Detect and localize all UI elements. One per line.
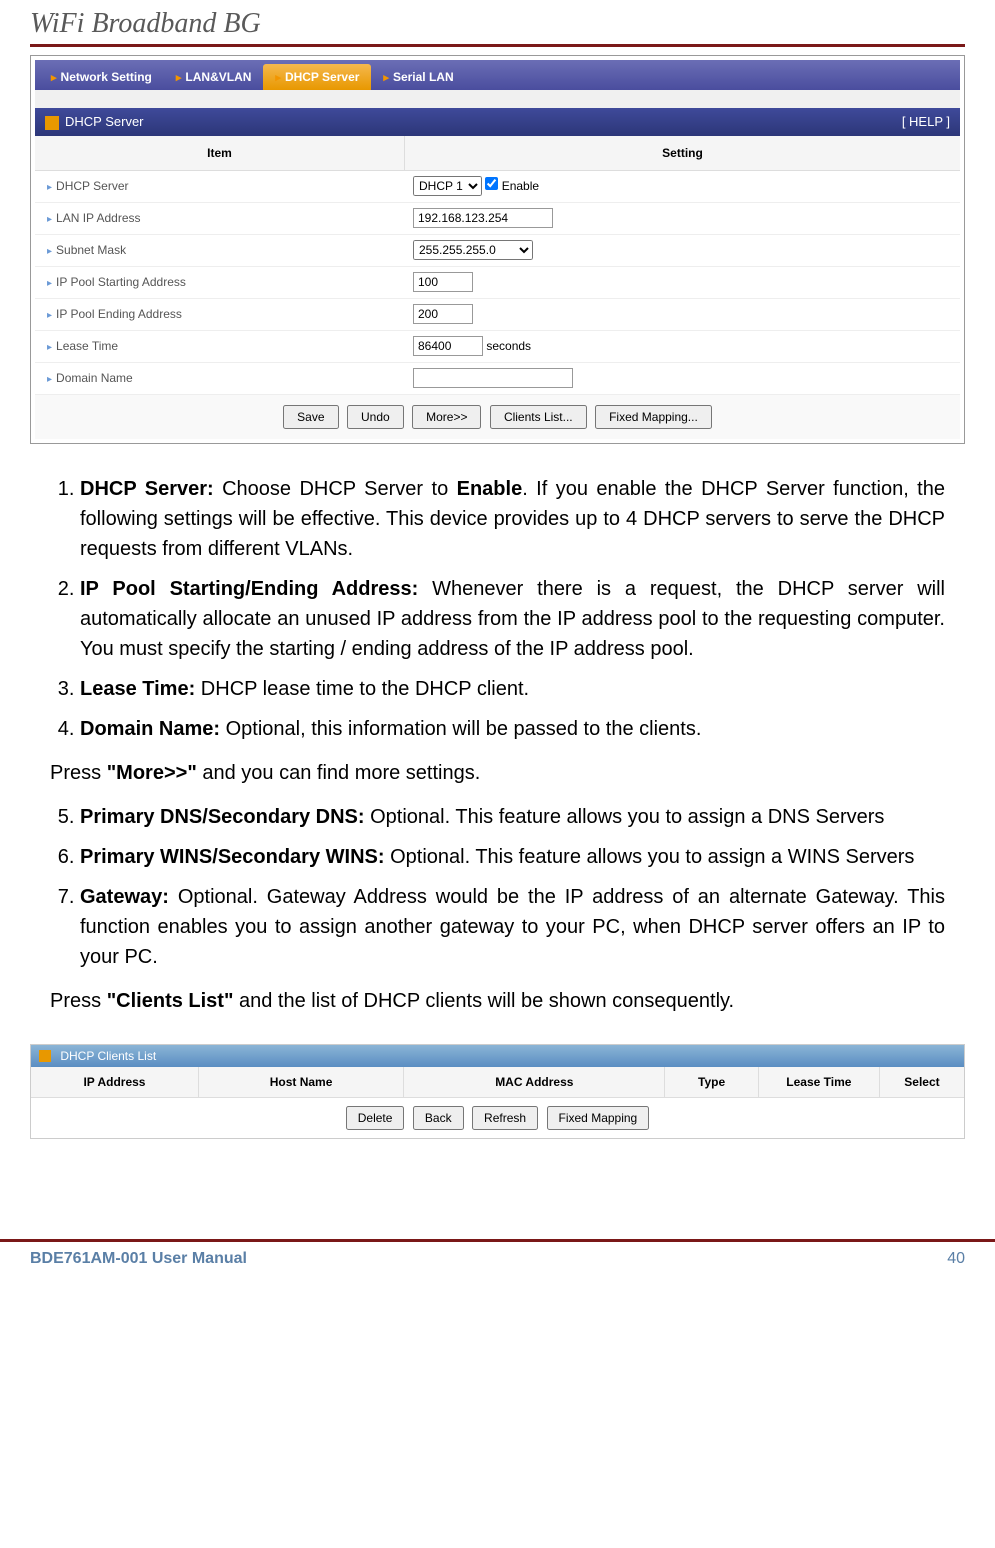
list-item: Lease Time: DHCP lease time to the DHCP … [80,674,945,704]
list-item: Gateway: Optional. Gateway Address would… [80,882,945,972]
col-lease-time: Lease Time [759,1067,880,1097]
tab-lan-vlan[interactable]: LAN&VLAN [164,64,264,90]
clients-list-button[interactable]: Clients List... [490,405,587,429]
clients-table-header: IP Address Host Name MAC Address Type Le… [31,1067,964,1098]
delete-button[interactable]: Delete [346,1106,405,1130]
header-divider [30,44,965,47]
table-row: Lease Time seconds [35,331,960,363]
enable-checkbox[interactable] [485,177,498,190]
clients-buttons: Delete Back Refresh Fixed Mapping [31,1098,964,1138]
col-mac-address: MAC Address [404,1067,665,1097]
list-item: DHCP Server: Choose DHCP Server to Enabl… [80,474,945,564]
table-row: Domain Name [35,363,960,395]
dhcp-screenshot: Network Setting LAN&VLAN DHCP Server Ser… [30,55,965,444]
row-label: DHCP Server [35,173,405,199]
list-item: IP Pool Starting/Ending Address: Wheneve… [80,574,945,664]
list-item: Primary DNS/Secondary DNS: Optional. Thi… [80,802,945,832]
clients-panel-header: DHCP Clients List [31,1045,964,1067]
refresh-button[interactable]: Refresh [472,1106,538,1130]
save-button[interactable]: Save [283,405,338,429]
col-type: Type [665,1067,758,1097]
col-select: Select [880,1067,964,1097]
more-paragraph: Press "More>>" and you can find more set… [50,758,945,788]
more-button[interactable]: More>> [412,405,481,429]
row-setting [405,204,960,232]
list-item: Domain Name: Optional, this information … [80,714,945,744]
back-button[interactable]: Back [413,1106,464,1130]
content-body: DHCP Server: Choose DHCP Server to Enabl… [0,464,995,1040]
row-setting: seconds [405,332,960,360]
footer-manual-label: BDE761AM-001 User Manual [30,1250,247,1268]
text-input[interactable] [413,272,473,292]
col-ip-address: IP Address [31,1067,199,1097]
text-input[interactable] [413,304,473,324]
table-row: IP Pool Starting Address [35,267,960,299]
text-input[interactable] [413,208,553,228]
row-setting: DHCP 1 Enable [405,172,960,200]
dhcp-select[interactable]: DHCP 1 [413,176,482,196]
clients-panel: DHCP Clients List IP Address Host Name M… [30,1044,965,1139]
tab-bar: Network Setting LAN&VLAN DHCP Server Ser… [35,60,960,90]
row-setting [405,300,960,328]
row-setting: 255.255.255.0 [405,236,960,264]
row-label: Domain Name [35,365,405,391]
panel-icon [45,116,59,130]
clients-icon [39,1050,51,1062]
document-header: WiFi Broadband BG [0,0,995,44]
fixed-mapping-button[interactable]: Fixed Mapping... [595,405,712,429]
clients-fixed-mapping-button[interactable]: Fixed Mapping [547,1106,650,1130]
row-label: Subnet Mask [35,237,405,263]
row-setting [405,268,960,296]
column-setting: Setting [405,136,960,170]
enable-label: Enable [502,179,539,193]
row-label: IP Pool Ending Address [35,301,405,327]
footer-page-number: 40 [947,1250,965,1268]
row-setting [405,364,960,392]
help-link[interactable]: [ HELP ] [902,114,950,130]
undo-button[interactable]: Undo [347,405,404,429]
table-row: DHCP ServerDHCP 1 Enable [35,171,960,203]
list-item: Primary WINS/Secondary WINS: Optional. T… [80,842,945,872]
text-input[interactable] [413,336,483,356]
table-header-row: Item Setting [35,136,960,171]
subnet-select[interactable]: 255.255.255.0 [413,240,533,260]
tab-serial-lan[interactable]: Serial LAN [371,64,465,90]
tab-network-setting[interactable]: Network Setting [39,64,164,90]
button-row: Save Undo More>> Clients List... Fixed M… [35,395,960,439]
suffix-label: seconds [486,339,531,353]
panel-title: DHCP Server [65,114,144,129]
row-label: LAN IP Address [35,205,405,231]
table-row: Subnet Mask 255.255.255.0 [35,235,960,267]
clients-paragraph: Press "Clients List" and the list of DHC… [50,986,945,1016]
col-host-name: Host Name [199,1067,404,1097]
footer: BDE761AM-001 User Manual 40 [0,1239,995,1276]
column-item: Item [35,136,405,170]
panel-header: DHCP Server [ HELP ] [35,108,960,136]
text-input[interactable] [413,368,573,388]
row-label: Lease Time [35,333,405,359]
table-row: IP Pool Ending Address [35,299,960,331]
instruction-list-2: Primary DNS/Secondary DNS: Optional. Thi… [50,802,945,972]
row-label: IP Pool Starting Address [35,269,405,295]
table-row: LAN IP Address [35,203,960,235]
instruction-list-1: DHCP Server: Choose DHCP Server to Enabl… [50,474,945,744]
tab-dhcp-server[interactable]: DHCP Server [263,64,371,90]
